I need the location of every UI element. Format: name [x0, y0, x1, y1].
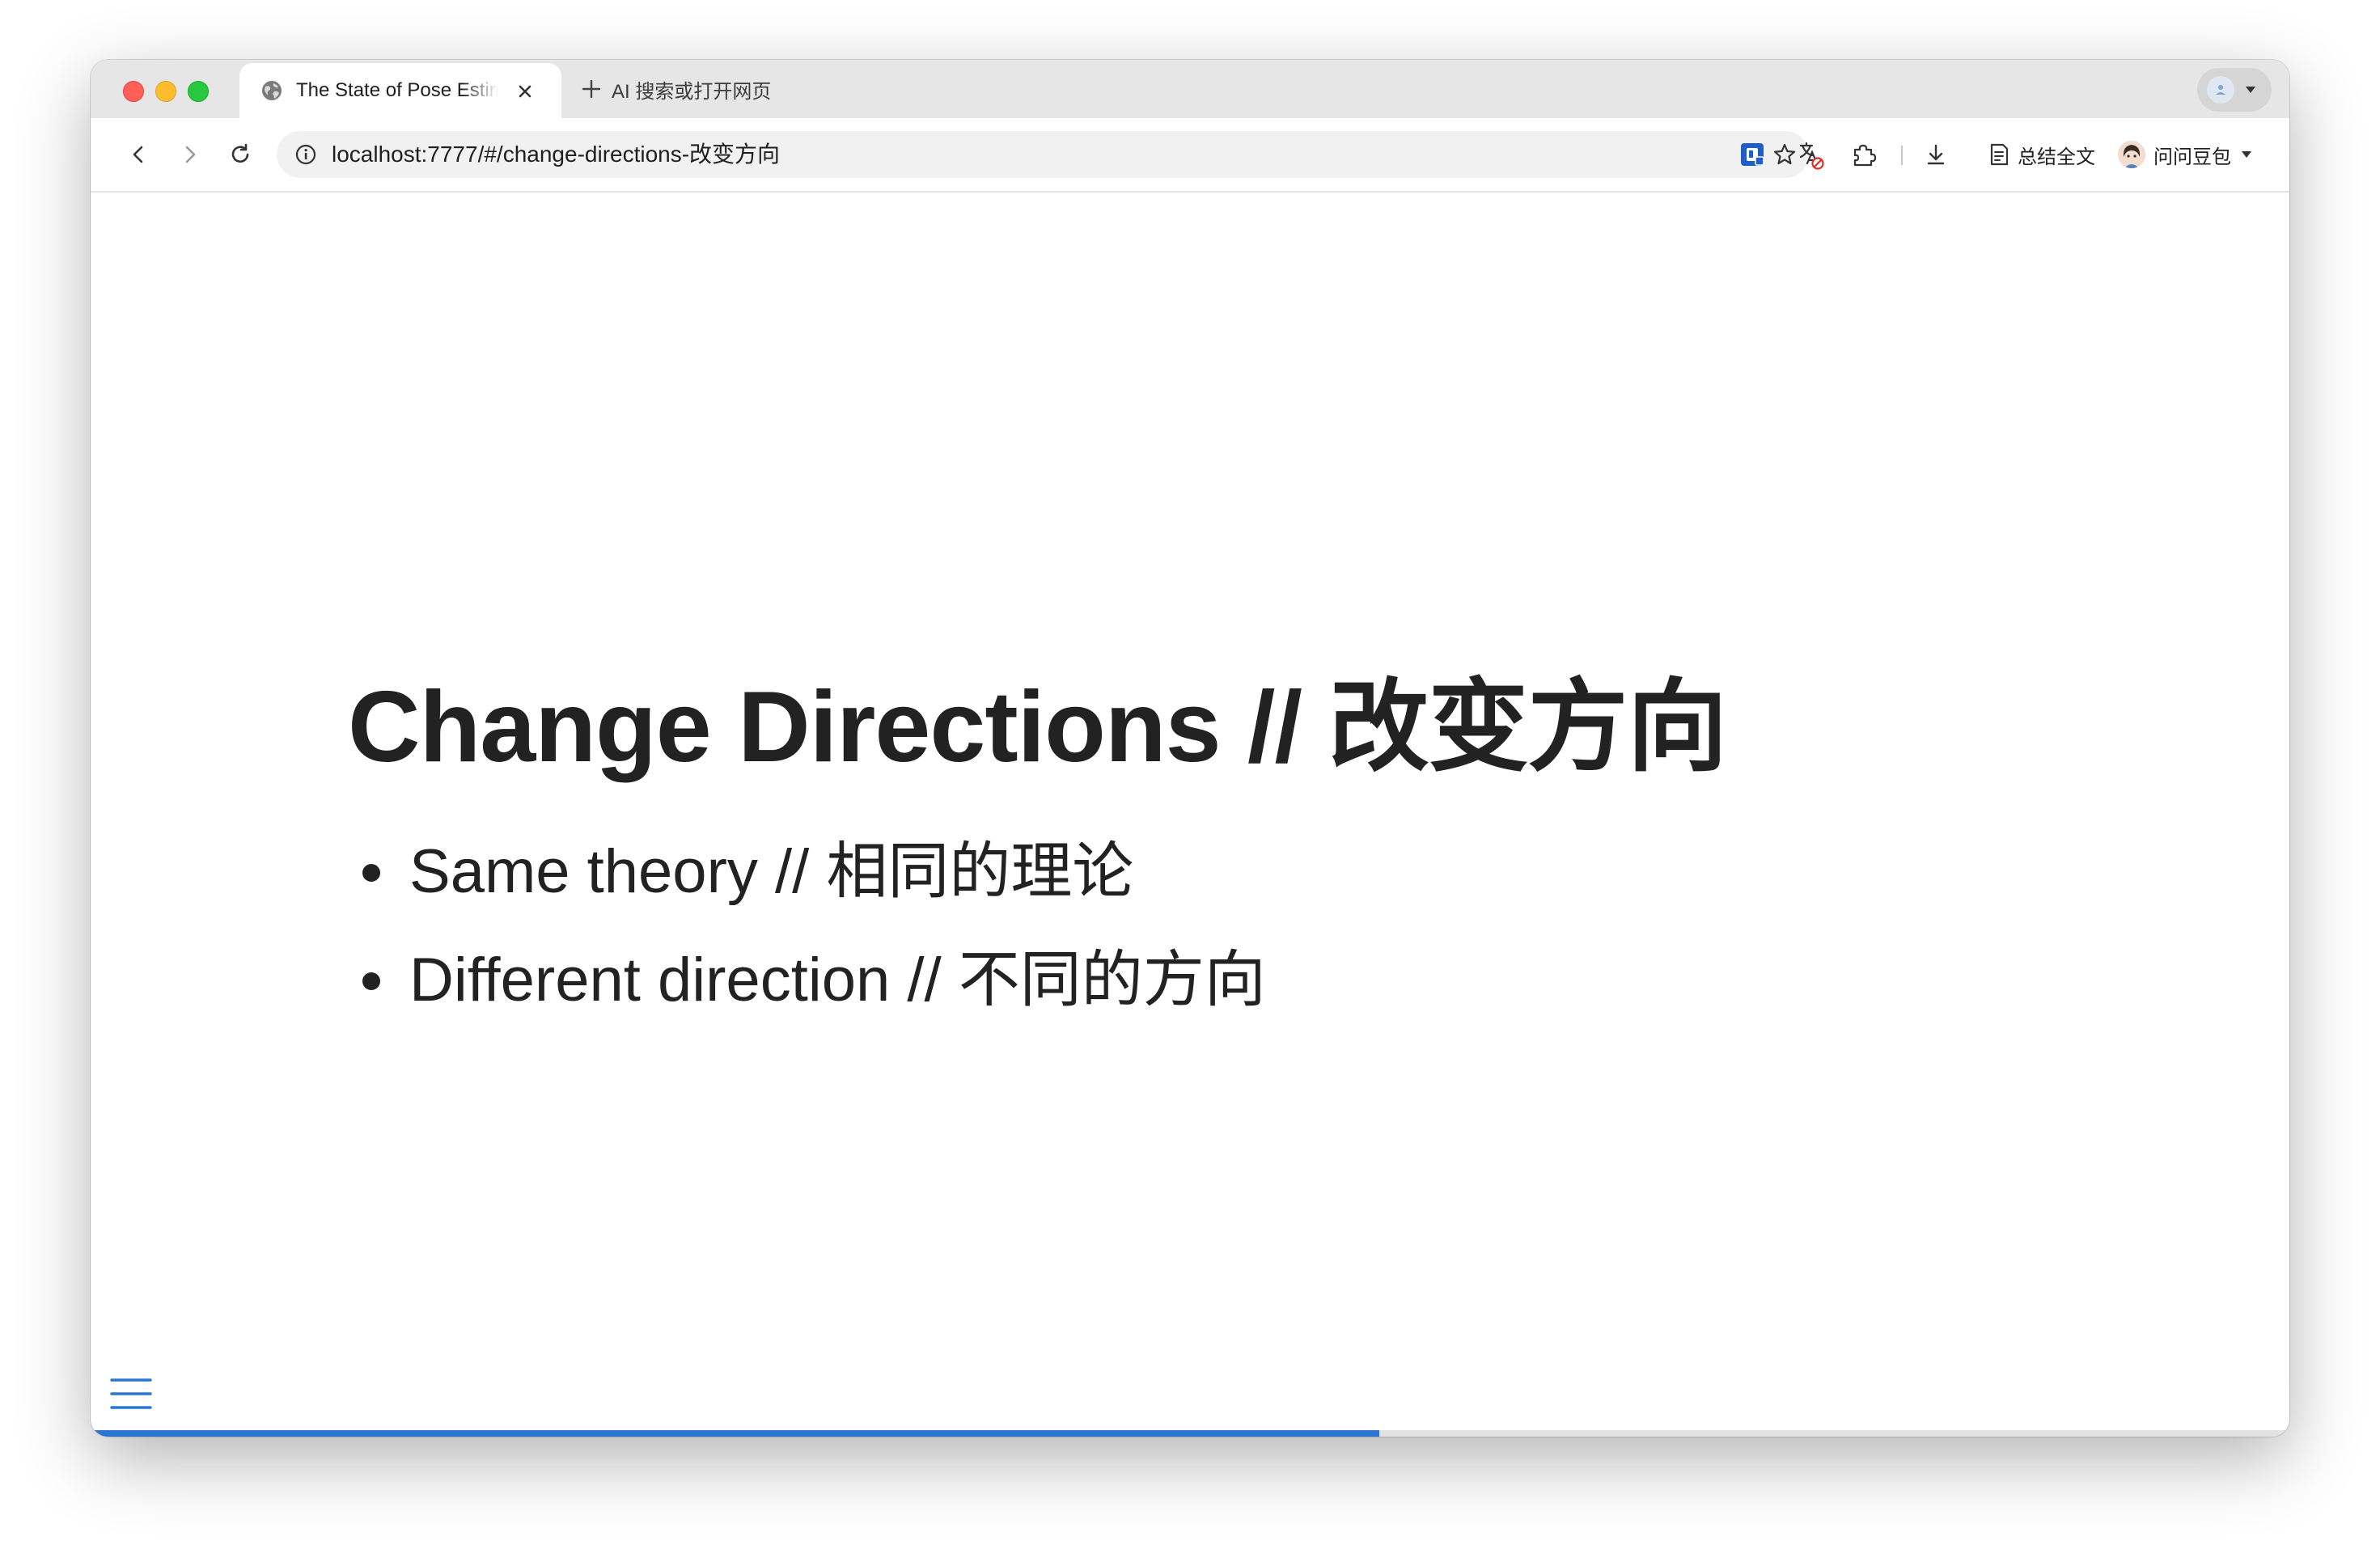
caret-down-icon	[2242, 151, 2251, 158]
bullet-text: Same theory // 相同的理论	[409, 837, 1134, 906]
slide-viewport: Change Directions // 改变方向 Same theory //…	[91, 193, 2289, 1437]
assistant-avatar-icon	[2118, 141, 2145, 168]
bullet-list: Same theory // 相同的理论 Different direction…	[348, 832, 1266, 1048]
download-icon[interactable]	[1921, 139, 1951, 170]
caret-down-icon	[2246, 87, 2255, 93]
zoom-window-button[interactable]	[188, 81, 209, 102]
close-icon[interactable]	[515, 81, 536, 102]
bullet-dot	[362, 864, 380, 882]
list-item: Different direction // 不同的方向	[348, 940, 1266, 1048]
slide-menu-button[interactable]	[108, 1375, 154, 1412]
address-bar[interactable]: localhost:7777/#/change-directions-改变方向	[277, 131, 1809, 178]
list-item: Same theory // 相同的理论	[348, 832, 1266, 940]
url-text: localhost:7777/#/change-directions-改变方向	[332, 142, 781, 167]
new-tab-button[interactable]: AI 搜索或打开网页	[581, 74, 771, 104]
browser-toolbar: localhost:7777/#/change-directions-改变方向	[91, 118, 2289, 193]
puzzle-icon[interactable]	[1848, 139, 1878, 170]
avatar	[2207, 76, 2234, 104]
reload-button[interactable]	[227, 141, 254, 168]
close-window-button[interactable]	[123, 81, 144, 102]
summarize-label: 总结全文	[2018, 146, 2095, 168]
back-button[interactable]	[125, 141, 152, 168]
translate-extension-icon[interactable]	[1738, 139, 1768, 170]
summarize-page-button[interactable]: 总结全文	[1987, 138, 2095, 171]
assistant-avatar	[2118, 141, 2145, 168]
slide-title: Change Directions // 改变方向	[348, 671, 1727, 783]
assistant-button[interactable]: 问问豆包	[2118, 136, 2254, 173]
plus-icon	[582, 79, 601, 99]
document-icon	[1990, 143, 2009, 166]
toolbar-separator	[1901, 146, 1903, 165]
tab-strip: The State of Pose Estimation AI 搜索或打开网页	[91, 60, 2289, 118]
assistant-label: 问问豆包	[2153, 146, 2231, 168]
bullet-dot	[362, 972, 380, 990]
minimize-window-button[interactable]	[155, 81, 176, 102]
person-icon	[2216, 85, 2225, 95]
info-icon[interactable]	[294, 143, 317, 166]
translate-disabled-icon[interactable]	[1794, 139, 1825, 170]
forward-button[interactable]	[176, 141, 204, 168]
tab-title: The State of Pose Estimation	[296, 79, 498, 101]
tab-active[interactable]: The State of Pose Estimation	[239, 63, 561, 118]
globe-icon	[262, 81, 282, 100]
slide-progress-fill	[91, 1430, 1379, 1437]
browser-window: The State of Pose Estimation AI 搜索或打开网页	[91, 60, 2289, 1437]
profile-menu-button[interactable]	[2197, 68, 2272, 112]
slide-progress-bar	[91, 1430, 2289, 1437]
new-tab-label: AI 搜索或打开网页	[612, 80, 772, 103]
bullet-text: Different direction // 不同的方向	[409, 946, 1266, 1014]
